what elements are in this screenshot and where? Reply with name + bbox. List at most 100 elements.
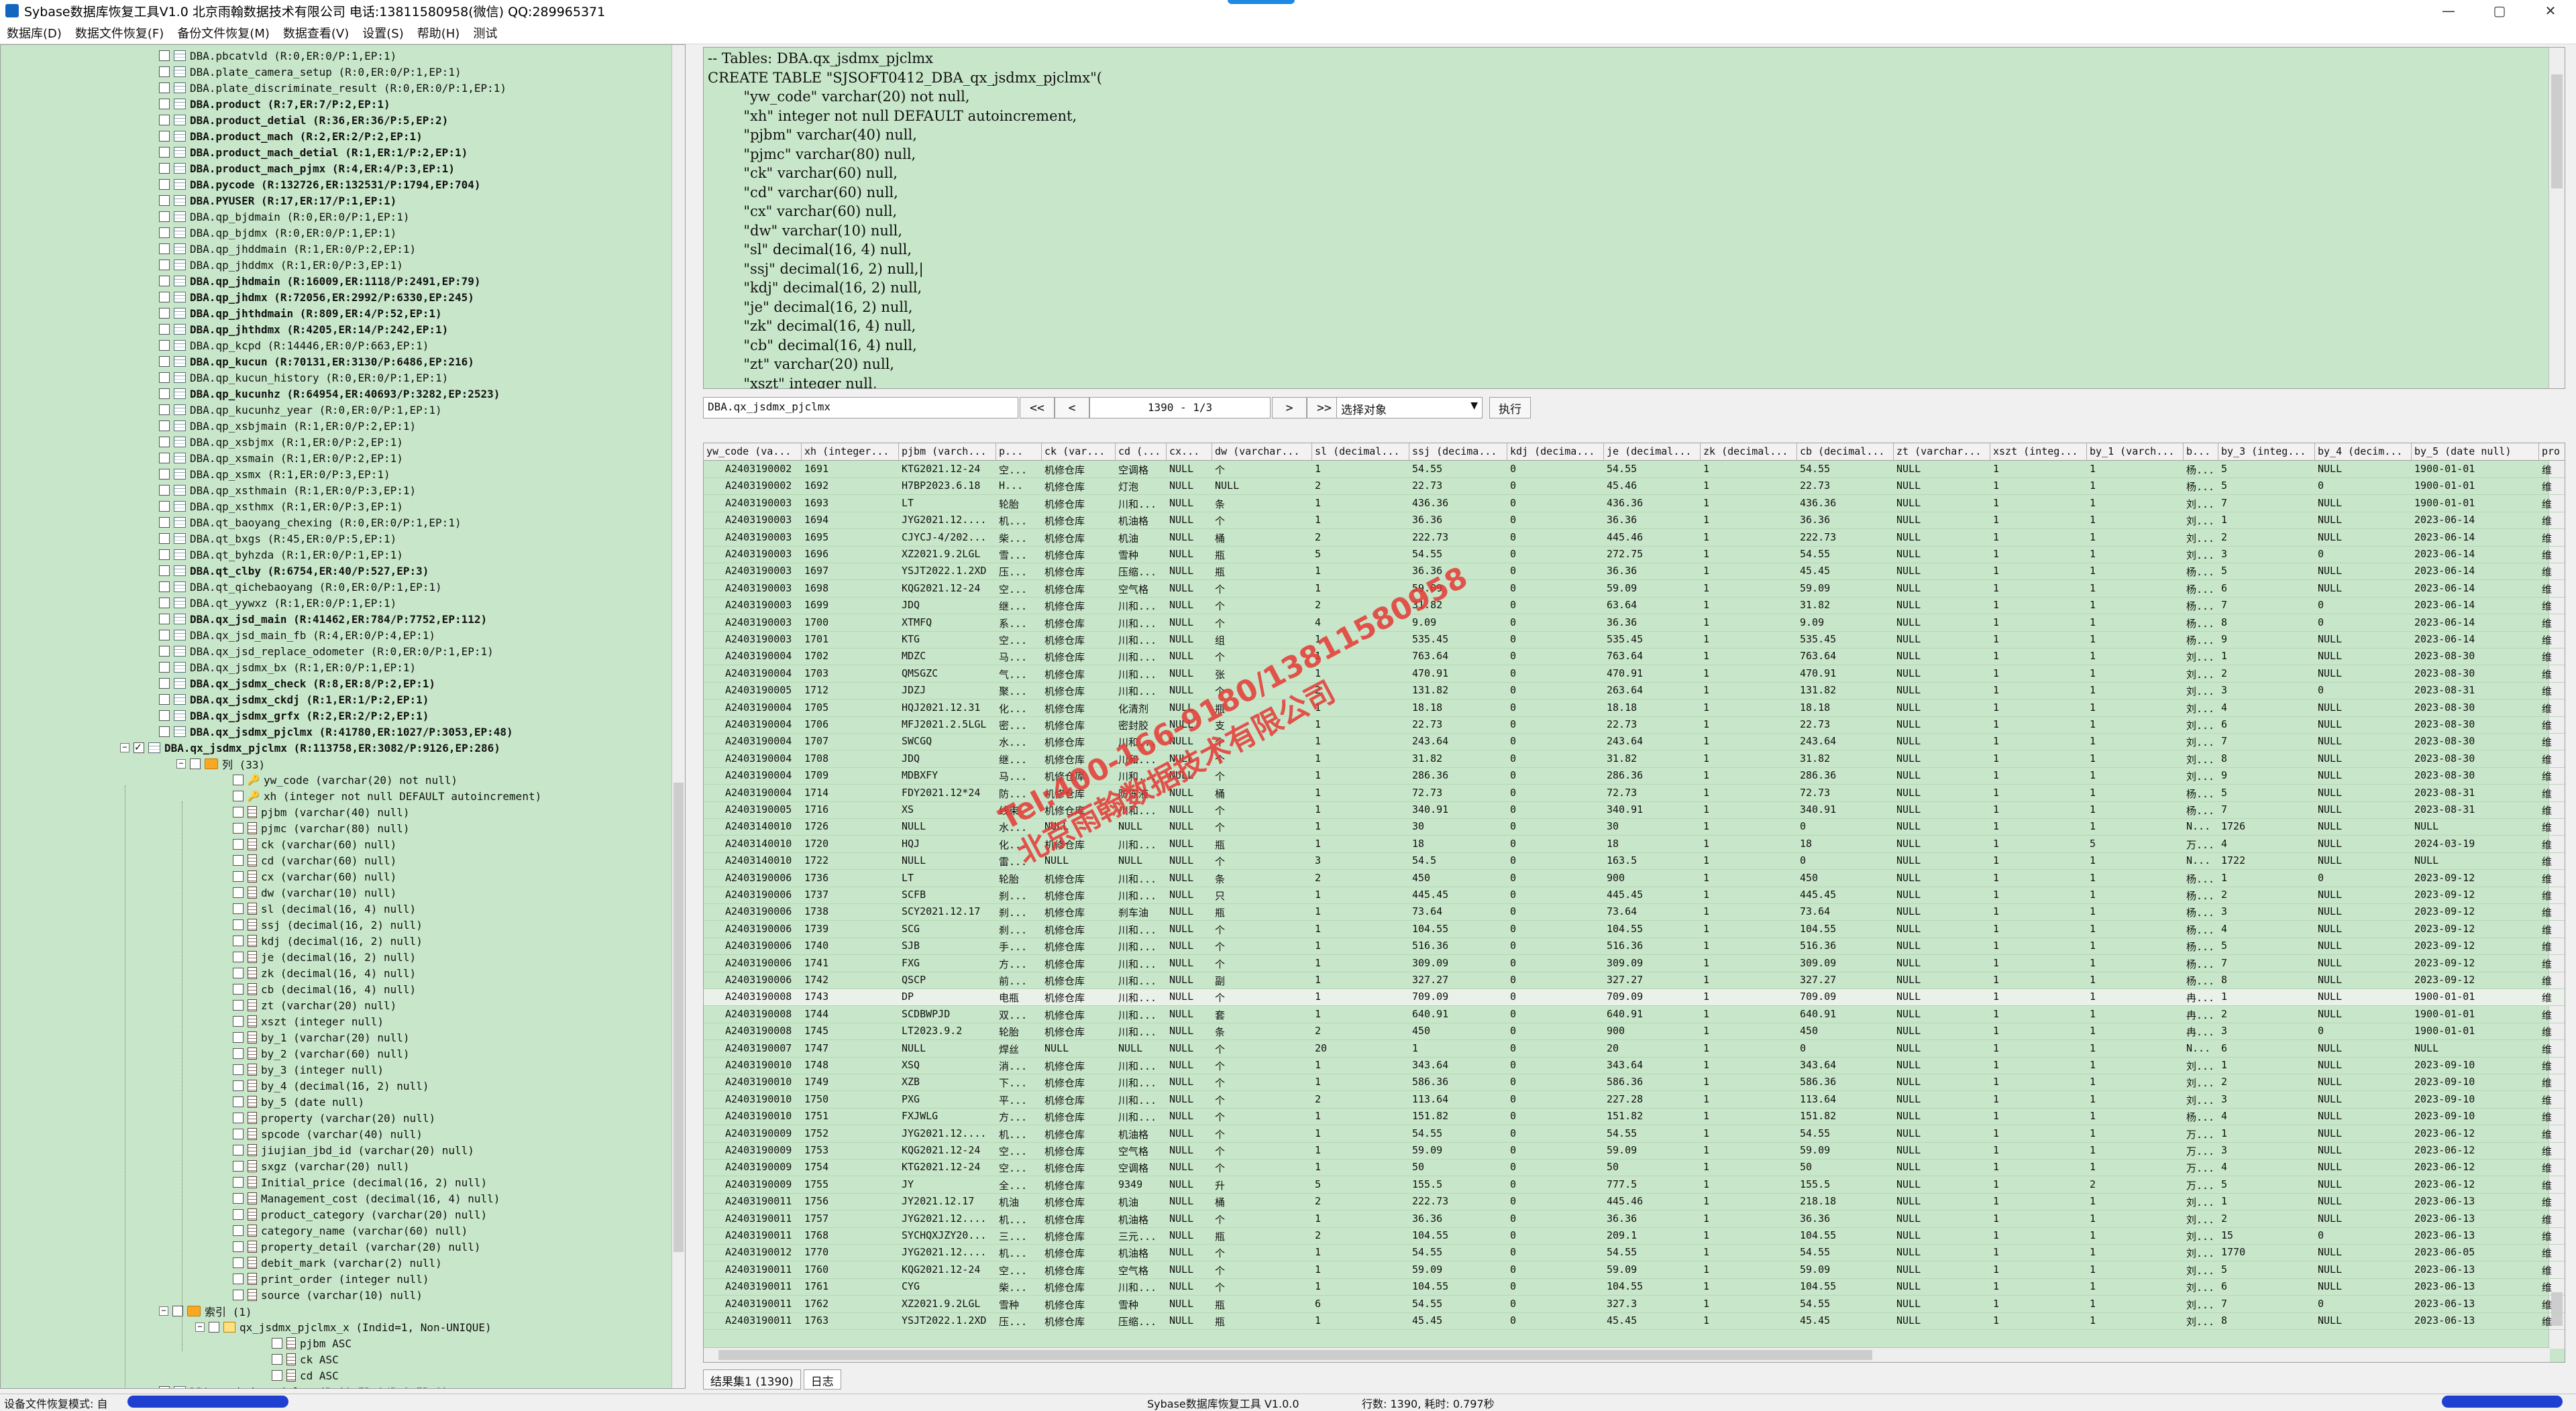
table-cell[interactable]: 1 [1701, 461, 1797, 478]
table-cell[interactable]: 2023-09-12 [2412, 904, 2539, 921]
table-cell[interactable]: 机修仓库 [1042, 666, 1116, 683]
table-cell[interactable]: 机... [996, 1211, 1042, 1228]
table-cell[interactable]: 川和... [1116, 989, 1167, 1006]
table-cell[interactable]: 0 [1507, 1296, 1604, 1313]
table-cell[interactable]: 763.64 [1797, 648, 1894, 665]
table-cell[interactable]: 轮胎 [996, 1023, 1042, 1040]
table-cell[interactable]: 1708 [802, 751, 899, 768]
table-cell[interactable]: 1 [1990, 1041, 2087, 1058]
table-cell[interactable]: 1 [1990, 802, 2087, 819]
table-cell[interactable]: MDBXFY [899, 768, 996, 785]
first-page-button[interactable]: << [1020, 397, 1055, 418]
table-cell[interactable]: NULL [2315, 836, 2412, 853]
table-row[interactable]: A2403190003 1694 JYG2021.12.... 机... 机修仓库 机油格… [704, 512, 2565, 530]
table-cell[interactable]: 杨... [2184, 1109, 2218, 1125]
table-cell[interactable]: 方... [996, 1109, 1042, 1125]
table-cell[interactable]: 1703 [802, 666, 899, 683]
table-cell[interactable]: 131.82 [1797, 683, 1894, 699]
table-cell[interactable]: NULL [1167, 1177, 1212, 1194]
table-checkbox[interactable] [159, 115, 170, 125]
table-cell[interactable]: 1 [1312, 496, 1409, 512]
table-cell[interactable]: NULL [1167, 547, 1212, 563]
table-cell[interactable]: 2023-06-14 [2412, 598, 2539, 614]
table-cell[interactable]: NULL [1894, 1177, 1990, 1194]
table-cell[interactable]: 个 [1212, 853, 1312, 870]
table-cell[interactable]: 机修仓库 [1042, 461, 1116, 478]
table-row[interactable]: A2403190002 1691 KTG2021.12-24 空... 机修仓库 空调格 N… [704, 461, 2565, 478]
table-cell[interactable]: 机油格 [1116, 1245, 1167, 1261]
collapse-icon[interactable]: − [159, 1306, 168, 1316]
table-cell[interactable]: 1 [2087, 530, 2184, 547]
table-cell[interactable]: 刘... [2184, 530, 2218, 547]
table-cell[interactable]: NULL [1167, 512, 1212, 529]
table-cell[interactable]: A2403190010 [722, 1074, 802, 1091]
table-cell[interactable]: 1 [2218, 1194, 2315, 1210]
table-cell[interactable]: 54.55 [1409, 1126, 1507, 1143]
table-cell[interactable]: 50 [1604, 1160, 1701, 1176]
object-select[interactable]: 选择对象 ▼ [1336, 397, 1483, 418]
table-cell[interactable]: 机修仓库 [1042, 956, 1116, 972]
table-cell[interactable]: 空... [996, 1262, 1042, 1279]
table-cell[interactable]: 维 [2539, 1092, 2565, 1109]
table-cell[interactable]: 个 [1212, 581, 1312, 598]
table-cell[interactable]: NULL [1894, 530, 1990, 547]
column-header[interactable]: ck (var... [1042, 443, 1116, 461]
table-checkbox[interactable] [159, 195, 170, 206]
table-cell[interactable]: A2403190004 [722, 734, 802, 750]
table-cell[interactable]: 1757 [802, 1211, 899, 1228]
column-checkbox[interactable] [233, 919, 244, 930]
tree-table-item[interactable]: DBA.qp_jhdmx (R:72056,ER:2992/P:6330,EP:… [1, 289, 672, 305]
table-cell[interactable]: NULL [1894, 1160, 1990, 1176]
tree-column-item[interactable]: cx (varchar(60) null) [1, 868, 672, 885]
table-cell[interactable]: 1 [2087, 989, 2184, 1006]
table-checkbox[interactable] [159, 308, 170, 319]
table-cell[interactable]: 1 [2087, 615, 2184, 632]
table-cell[interactable]: N... [2184, 1041, 2218, 1058]
table-cell[interactable]: 1 [1312, 956, 1409, 972]
table-cell[interactable]: 63.64 [1604, 598, 1701, 614]
table-cell[interactable]: A2403140010 [722, 853, 802, 870]
table-cell[interactable]: 维 [2539, 734, 2565, 750]
table-cell[interactable]: 个 [1212, 1262, 1312, 1279]
table-cell[interactable]: 6 [2218, 717, 2315, 734]
table-cell[interactable]: 31.82 [1409, 751, 1507, 768]
table-cell[interactable]: NULL [1167, 1194, 1212, 1210]
table-cell[interactable]: NULL [2315, 1007, 2412, 1023]
table-cell[interactable]: 1900-01-01 [2412, 989, 2539, 1006]
table-checkbox[interactable] [159, 453, 170, 463]
table-cell[interactable]: NULL [1894, 1007, 1990, 1023]
table-row[interactable]: A2403190004 1705 HQJ2021.12.31 化... 机修仓库 化清剂 N… [704, 700, 2565, 717]
table-cell[interactable]: XZ2021.9.2LGL [899, 547, 996, 563]
column-checkbox[interactable] [233, 1193, 244, 1204]
table-cell[interactable]: 1 [1990, 1313, 2087, 1330]
table-cell[interactable]: 消... [996, 1058, 1042, 1074]
table-row[interactable]: A2403190002 1692 H7BP2023.6.18 H... 机修仓库 灯泡 NU… [704, 478, 2565, 496]
table-cell[interactable]: 309.09 [1604, 956, 1701, 972]
table-cell[interactable]: 1 [1990, 751, 2087, 768]
table-cell[interactable]: FDY2021.12*24 [899, 785, 996, 802]
table-cell[interactable]: 个 [1212, 1092, 1312, 1109]
table-cell[interactable]: 机修仓库 [1042, 1279, 1116, 1296]
column-checkbox[interactable] [233, 791, 244, 801]
table-cell[interactable]: A2403190009 [722, 1177, 802, 1194]
table-cell[interactable]: NULL [1894, 836, 1990, 853]
table-cell[interactable]: 1 [1701, 1041, 1797, 1058]
collapse-icon[interactable]: − [176, 759, 186, 769]
table-cell[interactable]: 杨... [2184, 615, 2218, 632]
table-cell[interactable]: 1 [1312, 1211, 1409, 1228]
table-cell[interactable]: 2 [2218, 530, 2315, 547]
table-cell[interactable]: 1 [1990, 478, 2087, 495]
table-cell[interactable]: NULL [1167, 1245, 1212, 1261]
table-cell[interactable]: 1 [1990, 734, 2087, 750]
table-cell[interactable]: 2023-06-12 [2412, 1177, 2539, 1194]
table-cell[interactable]: YSJT2022.1.2XD [899, 563, 996, 580]
table-cell[interactable]: 0 [2315, 598, 2412, 614]
table-cell[interactable]: 个 [1212, 598, 1312, 614]
table-cell[interactable]: 1705 [802, 700, 899, 717]
table-cell[interactable]: 113.64 [1409, 1092, 1507, 1109]
table-cell[interactable]: 36.36 [1409, 512, 1507, 529]
table-checkbox[interactable] [159, 517, 170, 528]
table-cell[interactable]: 维 [2539, 1313, 2565, 1330]
table-cell[interactable]: 20 [1604, 1041, 1701, 1058]
table-cell[interactable]: 刘... [2184, 1313, 2218, 1330]
